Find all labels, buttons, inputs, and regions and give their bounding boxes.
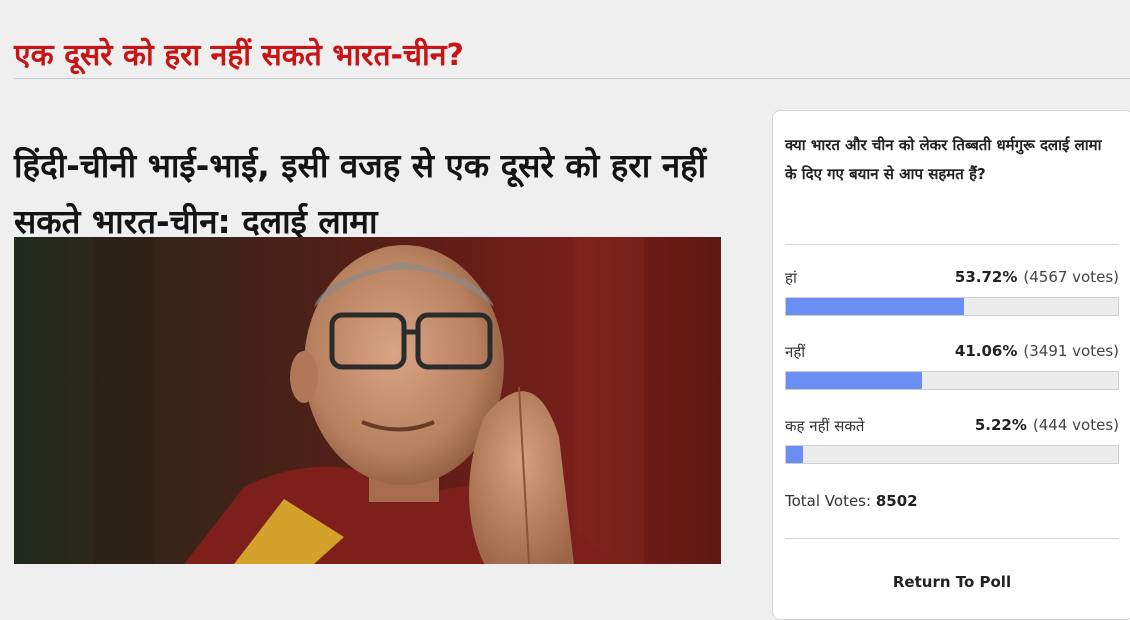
option-label: कह नहीं सकते [785,417,865,435]
result-bar-fill [786,446,804,463]
curtain-fold [94,237,154,564]
option-result: 5.22% (444 votes) [975,416,1119,434]
poll-option[interactable]: कह नहीं सकते 5.22% (444 votes) [785,416,1119,464]
option-label: नहीं [785,343,806,361]
option-result: 41.06% (3491 votes) [955,342,1119,360]
result-bar [785,445,1119,464]
poll-option[interactable]: हां 53.72% (4567 votes) [785,268,1119,316]
poll-divider [785,538,1119,539]
option-percent: 5.22% [974,416,1027,434]
total-votes: Total Votes: 8502 [785,492,918,510]
option-result: 53.72% (4567 votes) [955,268,1119,286]
article-image[interactable] [14,237,721,564]
option-votes: (3491 votes) [1023,342,1119,360]
option-votes: (4567 votes) [1023,268,1119,286]
curtain-fold [574,237,644,564]
page-title: एक दूसरे को हरा नहीं सकते भारत-चीन? [14,38,464,74]
poll-option[interactable]: नहीं 41.06% (3491 votes) [785,342,1119,390]
article-headline[interactable]: हिंदी-चीनी भाई-भाई, इसी वजह से एक दूसरे … [14,138,754,250]
poll-widget: क्या भारत और चीन को लेकर तिब्बती धर्मगुर… [772,110,1130,620]
title-divider [14,78,1130,79]
result-bar-fill [786,298,965,315]
return-to-poll-button[interactable]: Return To Poll [785,573,1119,591]
total-votes-value: 8502 [875,492,918,510]
poll-question: क्या भारत और चीन को लेकर तिब्बती धर्मगुर… [785,136,1102,183]
result-bar-fill [786,372,923,389]
ear [290,351,318,403]
result-bar [785,297,1119,316]
option-percent: 53.72% [954,268,1018,286]
option-votes: (444 votes) [1032,416,1119,434]
poll-divider [785,244,1119,245]
option-percent: 41.06% [954,342,1018,360]
result-bar [785,371,1119,390]
total-votes-label: Total Votes: [785,492,872,510]
option-label: हां [785,269,797,287]
